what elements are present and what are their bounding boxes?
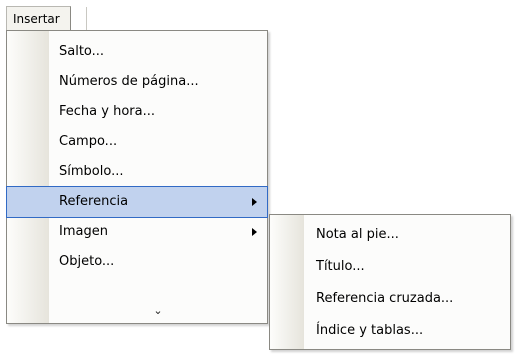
submenu-icon-column xyxy=(270,215,304,349)
dropdown-icon-column xyxy=(7,31,49,323)
menu-item-label: Símbolo... xyxy=(59,164,124,179)
menu-item-label: Imagen xyxy=(59,224,108,239)
dropdown-items: Salto... Números de página... Fecha y ho… xyxy=(6,31,268,323)
submenu-arrow-icon xyxy=(252,228,257,236)
insertar-dropdown: Salto... Números de página... Fecha y ho… xyxy=(6,30,268,324)
menu-item-simbolo[interactable]: Símbolo... xyxy=(49,157,267,187)
menu-item-label: Salto... xyxy=(59,44,105,59)
submenu-item-label: Nota al pie... xyxy=(316,227,399,242)
referencia-submenu: Nota al pie... Título... Referencia cruz… xyxy=(269,214,511,350)
screen: Insertar Salto... Números de página... F… xyxy=(0,0,516,354)
submenu-item-referencia-cruzada[interactable]: Referencia cruzada... xyxy=(304,283,510,315)
menu-insertar-label: Insertar xyxy=(13,12,60,26)
menu-item-numeros-de-pagina[interactable]: Números de página... xyxy=(49,67,267,97)
submenu-items: Nota al pie... Título... Referencia cruz… xyxy=(304,215,510,349)
submenu-item-titulo[interactable]: Título... xyxy=(304,251,510,283)
expand-menu-icon[interactable]: ⌄ xyxy=(49,303,267,319)
submenu-item-label: Título... xyxy=(316,259,365,274)
menu-bar-separator xyxy=(85,7,90,31)
menu-item-salto[interactable]: Salto... xyxy=(49,37,267,67)
menu-item-referencia[interactable]: Referencia xyxy=(6,186,268,218)
submenu-item-indice-y-tablas[interactable]: Índice y tablas... xyxy=(304,315,510,347)
submenu-item-label: Índice y tablas... xyxy=(316,323,424,338)
menu-bar: Insertar xyxy=(0,0,120,32)
menu-item-campo[interactable]: Campo... xyxy=(49,127,267,157)
submenu-item-nota-al-pie[interactable]: Nota al pie... xyxy=(304,219,510,251)
menu-item-label: Objeto... xyxy=(59,254,115,269)
menu-item-label: Referencia xyxy=(59,194,129,209)
menu-item-label: Números de página... xyxy=(59,74,199,89)
expand-menu-glyph: ⌄ xyxy=(153,304,163,317)
menu-item-label: Fecha y hora... xyxy=(59,104,155,119)
menu-item-imagen[interactable]: Imagen xyxy=(49,217,267,247)
submenu-arrow-icon xyxy=(252,198,257,206)
submenu-item-label: Referencia cruzada... xyxy=(316,291,454,306)
menu-insertar[interactable]: Insertar xyxy=(6,6,90,31)
menu-item-fecha-y-hora[interactable]: Fecha y hora... xyxy=(49,97,267,127)
menu-item-objeto[interactable]: Objeto... xyxy=(49,247,267,277)
menu-item-label: Campo... xyxy=(59,134,118,149)
